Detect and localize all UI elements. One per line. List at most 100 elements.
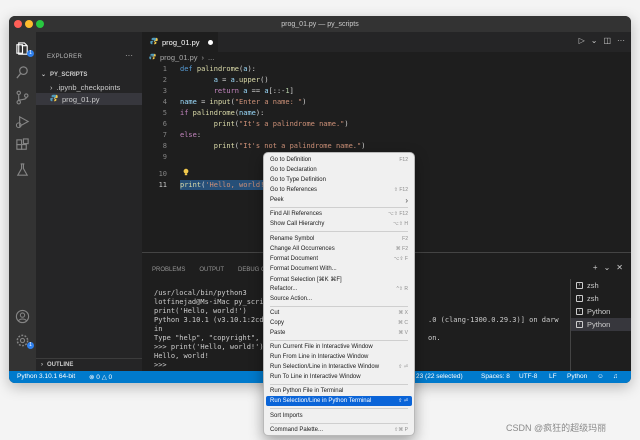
terminal-entry-label: Python (587, 320, 611, 329)
testing-flask-icon[interactable] (15, 162, 30, 177)
folder-py-scripts[interactable]: ⌄ PY_SCRIPTS (36, 69, 142, 80)
split-editor-icon[interactable]: ◫ (603, 36, 611, 45)
tree-item-ipynb-checkpoints[interactable]: › .ipynb_checkpoints (36, 81, 142, 93)
feedback-icon[interactable]: ☺ (597, 373, 604, 380)
tab-prog-01[interactable]: prog_01.py (142, 32, 218, 52)
terminal-line: lotfinejad@Ms-iMac py_scripts (154, 298, 277, 306)
account-icon[interactable] (15, 309, 30, 324)
problems-indicator[interactable]: ⊗ 0 △ 0 (89, 373, 112, 381)
activity-bar: 1 1 (9, 32, 36, 371)
search-icon[interactable] (15, 65, 30, 80)
terminal-line: Hello, world! (154, 352, 209, 360)
terminal-entry-active[interactable]: › Python (571, 318, 631, 331)
menu-item-refactor[interactable]: Refactor... ^⇧ R (266, 284, 412, 294)
language-mode[interactable]: Python (567, 373, 587, 380)
menu-item-shortcut: ⌘ F2 (395, 246, 408, 252)
tree-item-prog-01[interactable]: prog_01.py (36, 93, 142, 105)
menu-separator (270, 207, 408, 208)
minimize-window-button[interactable] (25, 20, 33, 28)
terminal-output[interactable]: /usr/local/bin/python3 lotfinejad@Ms-iMa… (154, 289, 276, 370)
run-debug-icon[interactable] (15, 114, 30, 129)
error-icon: ⊗ (89, 374, 95, 381)
explorer-more-button[interactable]: ··· (125, 51, 133, 60)
menu-item-copy[interactable]: Copy ⌘ C (266, 318, 412, 328)
menu-item-command-palette[interactable]: Command Palette... ⇧⌘ P (266, 425, 412, 435)
menu-item-shortcut: F12 (399, 157, 408, 163)
source-control-icon[interactable] (15, 90, 30, 105)
new-terminal-button[interactable]: + (593, 263, 598, 272)
menu-item-shortcut: ⌘ V (398, 330, 408, 336)
chevron-down-icon[interactable]: ⌄ (604, 263, 611, 272)
maximize-window-button[interactable] (36, 20, 44, 28)
chevron-down-icon[interactable]: ⌄ (591, 36, 598, 45)
menu-item-shortcut: ⌥⇧ H (393, 221, 408, 227)
terminal-entry[interactable]: › zsh (571, 292, 631, 305)
menu-item-source-action[interactable]: Source Action... (266, 294, 412, 304)
tab-problems[interactable]: PROBLEMS (152, 267, 185, 273)
breadcrumb-file[interactable]: prog_01.py (160, 53, 198, 62)
tab-output[interactable]: OUTPUT (199, 267, 224, 273)
code-line-4: name = input("Enter a name: ") (180, 98, 307, 106)
extensions-icon[interactable] (15, 138, 30, 153)
menu-item-label: Paste (270, 330, 286, 336)
watermark: CSDN @疯狂的超级玛丽 (506, 423, 607, 433)
eol-status[interactable]: LF (549, 373, 557, 380)
terminal-line: Python 3.10.1 (v3.10.1:2cd268 (154, 316, 277, 324)
breadcrumb-more[interactable]: ... (208, 53, 214, 62)
tree-item-label: .ipynb_checkpoints (56, 82, 121, 92)
code-line-11: print('Hello, world!') (180, 181, 273, 189)
menu-item-go-to-definition[interactable]: Go to Definition F12 (266, 155, 412, 165)
menu-item-shortcut: F2 (402, 236, 408, 242)
python-interpreter[interactable]: Python 3.10.1 64-bit (17, 373, 75, 380)
menu-item-sort-imports[interactable]: Sort Imports (266, 411, 412, 421)
menu-item-label: Go to Type Definition (270, 177, 326, 183)
terminal-entry[interactable]: › Python (571, 305, 631, 318)
menu-item-shortcut: ⌥⇧ F12 (388, 211, 408, 217)
menu-item-rename-symbol[interactable]: Rename Symbol F2 (266, 234, 412, 244)
menu-item-format-document[interactable]: Format Document ⌥⇧ F (266, 254, 412, 264)
panel-tabs: PROBLEMS OUTPUT DEBUG CO (152, 267, 270, 273)
code-line-7: else: (180, 131, 202, 139)
menu-item-cut[interactable]: Cut ⌘ X (266, 308, 412, 318)
code-line-1: def palindrome(a): (180, 65, 256, 73)
more-actions-button[interactable]: ··· (617, 36, 625, 45)
menu-item-shortcut: ⌘ X (398, 310, 408, 316)
menu-item-run-current-file-interactive[interactable]: Run Current File in Interactive Window (266, 342, 412, 352)
indentation-status[interactable]: Spaces: 8 (481, 373, 510, 380)
terminal-entry[interactable]: › zsh (571, 279, 631, 292)
close-panel-icon[interactable]: ✕ (616, 263, 623, 272)
menu-item-label: Run Current File in Interactive Window (270, 344, 373, 350)
explorer-title: EXPLORER (47, 54, 83, 60)
menu-item-find-all-references[interactable]: Find All References ⌥⇧ F12 (266, 209, 412, 219)
line-number: 3 (162, 87, 167, 95)
outline-section[interactable]: › OUTLINE (36, 358, 142, 370)
lightbulb-icon[interactable] (182, 168, 190, 176)
menu-item-label: Show Call Hierarchy (270, 221, 325, 227)
close-window-button[interactable] (14, 20, 22, 28)
menu-item-format-document-with[interactable]: Format Document With... (266, 264, 412, 274)
explorer-icon[interactable]: 1 (15, 41, 34, 57)
warning-icon: △ (101, 374, 107, 381)
menu-item-go-to-references[interactable]: Go to References ⇧ F12 (266, 185, 412, 195)
selection-status[interactable]: 23 (22 selected) (416, 373, 463, 380)
menu-item-format-selection[interactable]: Format Selection [⌘K ⌘F] (266, 274, 412, 284)
menu-item-peek[interactable]: Peek › (266, 195, 412, 205)
menu-item-run-python-file-terminal[interactable]: Run Python File in Terminal (266, 386, 412, 396)
menu-item-go-to-declaration[interactable]: Go to Declaration (266, 165, 412, 175)
menu-item-run-selection-python-terminal[interactable]: Run Selection/Line in Python Terminal ⇧ ⏎ (266, 396, 412, 406)
notifications-bell-icon[interactable]: ♫ (613, 373, 618, 380)
menu-item-go-to-type-definition[interactable]: Go to Type Definition (266, 175, 412, 185)
menu-item-run-selection-interactive[interactable]: Run Selection/Line in Interactive Window… (266, 362, 412, 372)
menu-item-change-all-occurrences[interactable]: Change All Occurrences ⌘ F2 (266, 244, 412, 254)
menu-item-show-call-hierarchy[interactable]: Show Call Hierarchy ⌥⇧ H (266, 219, 412, 229)
python-file-icon (50, 94, 58, 104)
menu-item-run-from-line-interactive[interactable]: Run From Line in Interactive Window (266, 352, 412, 362)
encoding-status[interactable]: UTF-8 (519, 373, 537, 380)
settings-gear-icon[interactable]: 1 (15, 333, 34, 349)
menu-item-label: Format Document With... (270, 266, 337, 272)
unsaved-dot-icon[interactable] (207, 39, 213, 45)
menu-item-paste[interactable]: Paste ⌘ V (266, 328, 412, 338)
run-python-file-icon[interactable]: ▷ (579, 36, 585, 45)
title-bar: prog_01.py — py_scripts (9, 16, 631, 32)
menu-item-run-to-line-interactive[interactable]: Run To Line in Interactive Window (266, 372, 412, 382)
